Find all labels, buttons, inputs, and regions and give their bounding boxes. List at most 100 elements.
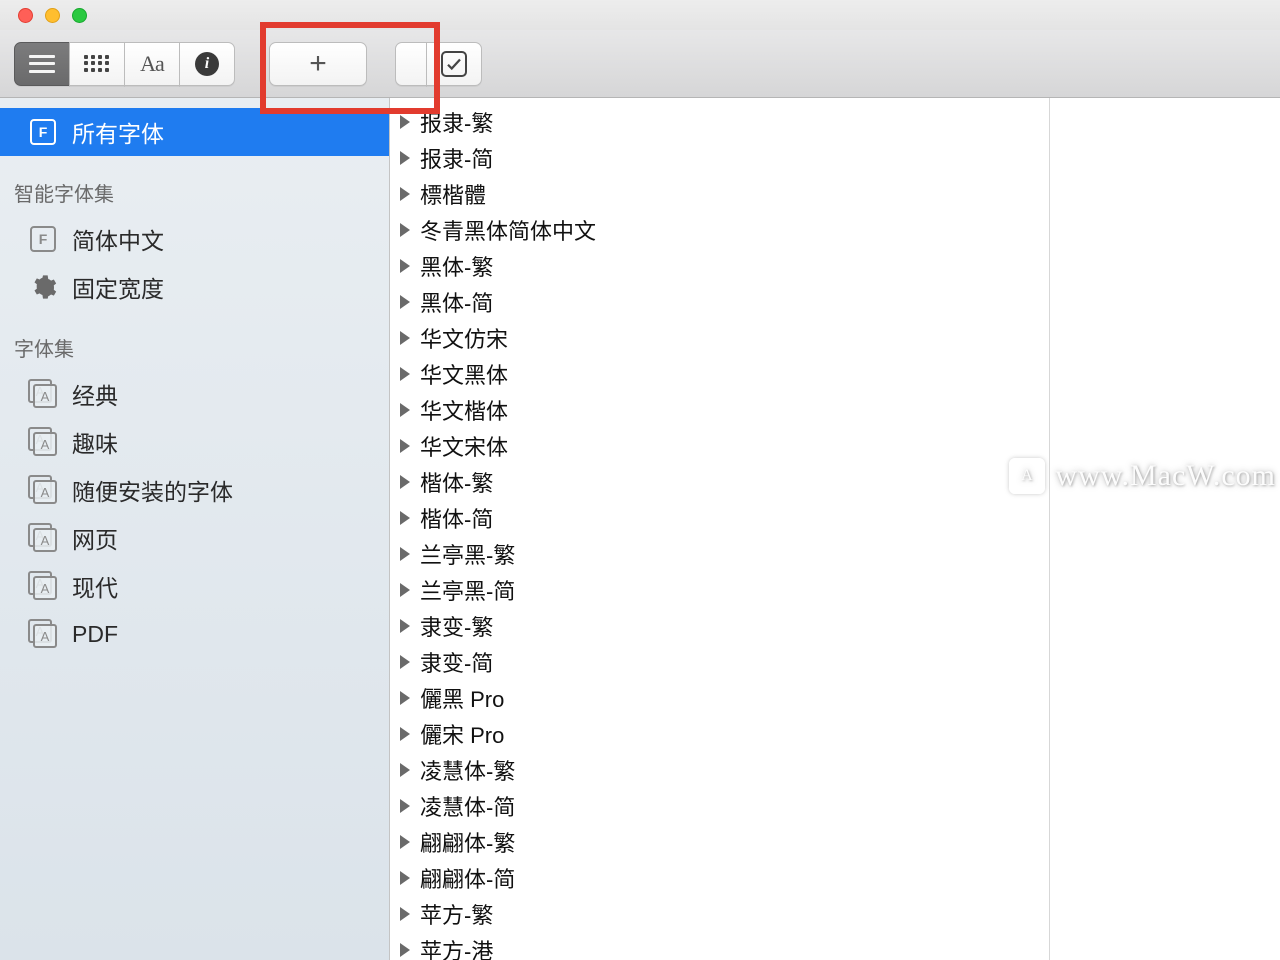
disclosure-triangle-icon[interactable] [400, 763, 410, 777]
watermark-text: www.MacW.com [1055, 459, 1276, 493]
add-fonts-button[interactable]: + [269, 42, 367, 86]
font-family-row[interactable]: 翩翩体-简 [390, 860, 1049, 896]
disclosure-triangle-icon[interactable] [400, 835, 410, 849]
disclosure-triangle-icon[interactable] [400, 655, 410, 669]
font-family-row[interactable]: 苹方-繁 [390, 896, 1049, 932]
font-family-name: 凌慧体-简 [420, 790, 515, 822]
sidebar-item-collection[interactable]: AA经典 [0, 370, 389, 418]
disclosure-triangle-icon[interactable] [400, 295, 410, 309]
font-family-name: 报隶-简 [420, 142, 493, 174]
font-family-row[interactable]: 苹方-港 [390, 932, 1049, 960]
view-mode-segment: Aa i [14, 42, 235, 86]
sidebar-item-all-fonts[interactable]: F 所有字体 [0, 108, 389, 156]
font-family-row[interactable]: 隶变-简 [390, 644, 1049, 680]
font-family-row[interactable]: 儷黑 Pro [390, 680, 1049, 716]
disclosure-triangle-icon[interactable] [400, 871, 410, 885]
font-family-name: 兰亭黑-简 [420, 574, 515, 606]
disclosure-triangle-icon[interactable] [400, 115, 410, 129]
disclosure-triangle-icon[interactable] [400, 403, 410, 417]
sidebar-item-label: 网页 [72, 521, 118, 555]
font-family-row[interactable]: 报隶-简 [390, 140, 1049, 176]
font-family-name: 冬青黑体简体中文 [420, 214, 596, 246]
info-button[interactable]: i [179, 42, 235, 86]
grid-view-button[interactable] [69, 42, 125, 86]
font-family-name: 华文黑体 [420, 358, 508, 390]
hamburger-icon [29, 55, 55, 73]
font-family-name: 华文楷体 [420, 394, 508, 426]
disclosure-triangle-icon[interactable] [400, 187, 410, 201]
collection-icon: AA [28, 523, 58, 553]
sidebar-item-collection[interactable]: AA 趣味 [0, 418, 389, 466]
sample-icon: Aa [140, 51, 164, 77]
sidebar-item-collection[interactable]: AAPDF [0, 610, 389, 658]
sidebar-toggle-button[interactable] [14, 42, 70, 86]
collection-icon: AA [28, 427, 58, 457]
disclosure-triangle-icon[interactable] [400, 475, 410, 489]
window-zoom-button[interactable] [72, 8, 87, 23]
disclosure-triangle-icon[interactable] [400, 799, 410, 813]
disclosure-triangle-icon[interactable] [400, 691, 410, 705]
main-area: F 所有字体 智能字体集 F 简体中文 固定宽度 字体集 AA经典AA趣味AA随… [0, 98, 1280, 960]
font-family-row[interactable]: 华文仿宋 [390, 320, 1049, 356]
sidebar-item-label: 现代 [72, 569, 118, 603]
font-family-row[interactable]: 楷体-繁 [390, 464, 1049, 500]
sidebar-item-label: 简体中文 [72, 222, 164, 256]
disclosure-triangle-icon[interactable] [400, 223, 410, 237]
disclosure-triangle-icon[interactable] [400, 943, 410, 957]
font-family-name: 翩翩体-简 [420, 862, 515, 894]
font-family-name: 黑体-简 [420, 286, 493, 318]
disclosure-triangle-icon[interactable] [400, 511, 410, 525]
collection-icon: AA [28, 379, 58, 409]
disclosure-triangle-icon[interactable] [400, 547, 410, 561]
font-family-row[interactable]: 华文黑体 [390, 356, 1049, 392]
font-family-name: 儷黑 Pro [420, 682, 504, 714]
sidebar-item-collection[interactable]: AA 网页 [0, 514, 389, 562]
font-family-row[interactable]: 冬青黑体简体中文 [390, 212, 1049, 248]
font-family-row[interactable]: 华文宋体 [390, 428, 1049, 464]
font-family-row[interactable]: 凌慧体-简 [390, 788, 1049, 824]
disclosure-triangle-icon[interactable] [400, 331, 410, 345]
font-family-name: 凌慧体-繁 [420, 754, 515, 786]
sidebar-item-collection[interactable]: AA随便安装的字体 [0, 466, 389, 514]
checkmark-icon [441, 51, 467, 77]
window-minimize-button[interactable] [45, 8, 60, 23]
font-family-row[interactable]: 隶变-繁 [390, 608, 1049, 644]
font-family-row[interactable]: 兰亭黑-简 [390, 572, 1049, 608]
window-close-button[interactable] [18, 8, 33, 23]
disclosure-triangle-icon[interactable] [400, 259, 410, 273]
font-family-row[interactable]: 儷宋 Pro [390, 716, 1049, 752]
disclosure-triangle-icon[interactable] [400, 583, 410, 597]
sidebar-item-label: 随便安装的字体 [72, 473, 233, 507]
plus-icon: + [309, 49, 327, 79]
font-family-row[interactable]: 黑体-繁 [390, 248, 1049, 284]
font-family-name: 苹方-港 [420, 934, 493, 960]
font-family-row[interactable]: 兰亭黑-繁 [390, 536, 1049, 572]
toolbar: Aa i + [0, 30, 1280, 98]
disclosure-triangle-icon[interactable] [400, 727, 410, 741]
font-family-row[interactable]: 黑体-简 [390, 284, 1049, 320]
font-family-row[interactable]: 翩翩体-繁 [390, 824, 1049, 860]
watermark: A www.MacW.com [1009, 458, 1280, 494]
font-list[interactable]: 报隶-繁报隶-简標楷體冬青黑体简体中文黑体-繁黑体-简华文仿宋华文黑体华文楷体华… [390, 98, 1050, 960]
font-family-row[interactable]: 標楷體 [390, 176, 1049, 212]
info-icon: i [195, 52, 219, 76]
font-family-row[interactable]: 报隶-繁 [390, 104, 1049, 140]
validate-extra-button[interactable] [395, 42, 427, 86]
sample-view-button[interactable]: Aa [124, 42, 180, 86]
validate-fonts-button[interactable] [426, 42, 482, 86]
disclosure-triangle-icon[interactable] [400, 367, 410, 381]
sidebar-item-simplified-chinese[interactable]: F 简体中文 [0, 215, 389, 263]
disclosure-triangle-icon[interactable] [400, 151, 410, 165]
collection-icon: AA [28, 571, 58, 601]
font-family-row[interactable]: 华文楷体 [390, 392, 1049, 428]
sidebar-item-collection[interactable]: AA 现代 [0, 562, 389, 610]
sidebar-item-fixed-width[interactable]: 固定宽度 [0, 263, 389, 311]
disclosure-triangle-icon[interactable] [400, 619, 410, 633]
font-family-row[interactable]: 楷体-简 [390, 500, 1049, 536]
font-family-name: 楷体-繁 [420, 466, 493, 498]
gear-icon [28, 272, 58, 302]
sidebar-item-label: 趣味 [72, 425, 118, 459]
disclosure-triangle-icon[interactable] [400, 439, 410, 453]
disclosure-triangle-icon[interactable] [400, 907, 410, 921]
font-family-row[interactable]: 凌慧体-繁 [390, 752, 1049, 788]
